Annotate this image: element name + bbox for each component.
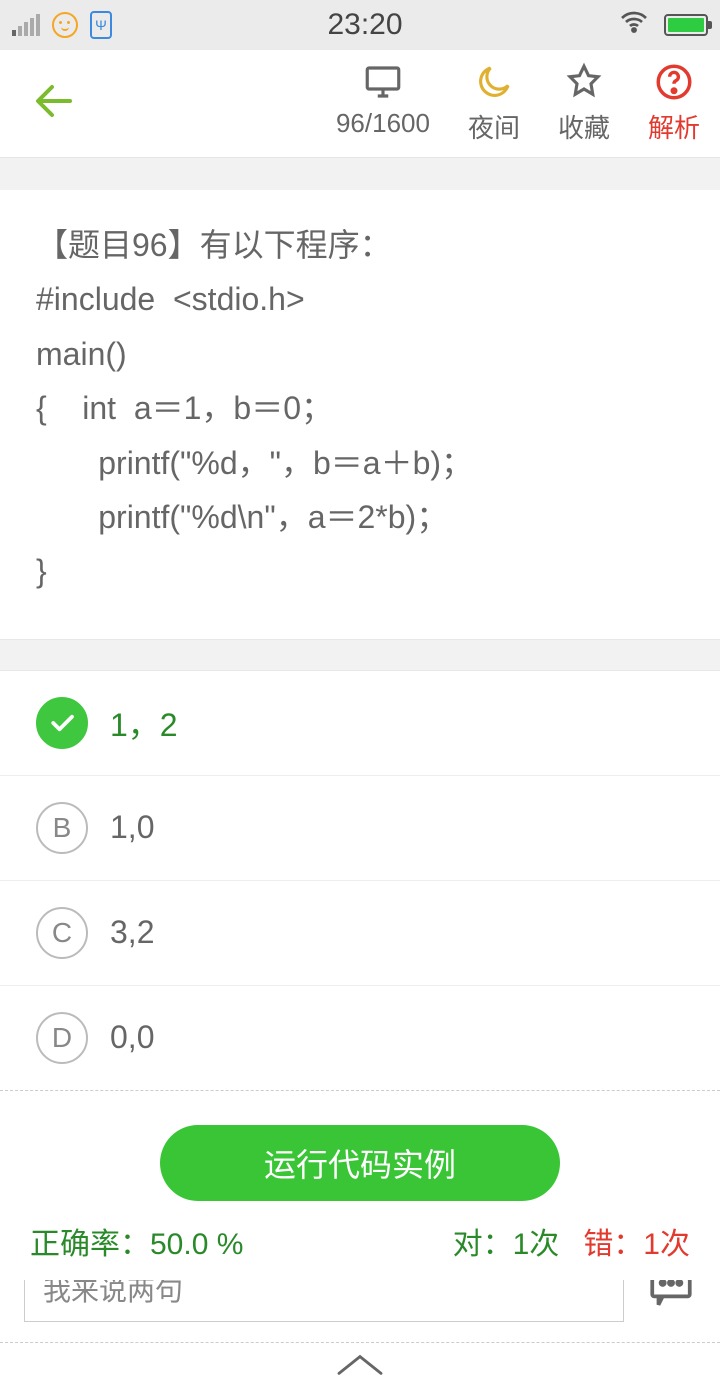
star-icon (563, 62, 605, 102)
favorite-label: 收藏 (558, 108, 610, 145)
option-text: 1，2 (110, 700, 178, 746)
option-letter: C (36, 907, 88, 959)
run-code-button[interactable]: 运行代码实例 (160, 1125, 560, 1201)
help-icon (653, 62, 695, 102)
monitor-icon (362, 62, 404, 102)
option-letter: B (36, 802, 88, 854)
back-button[interactable] (30, 77, 78, 130)
correct-count: 对：1次 (453, 1219, 560, 1263)
divider (0, 158, 720, 190)
option-text: 0,0 (110, 1019, 154, 1056)
usb-icon: Ψ (90, 11, 112, 39)
wifi-icon (618, 6, 650, 45)
accuracy-label: 正确率：50.0 % (30, 1219, 243, 1263)
night-label: 夜间 (468, 108, 520, 145)
option-c[interactable]: C 3,2 (0, 881, 720, 986)
status-time: 23:20 (327, 8, 402, 42)
progress-label: 96/1600 (336, 108, 430, 139)
option-letter: D (36, 1012, 88, 1064)
chevron-up-icon[interactable] (332, 1351, 388, 1384)
question-text: 【题目96】有以下程序： #include <stdio.h> main() {… (0, 190, 720, 639)
wrong-count: 错：1次 (583, 1219, 690, 1263)
nav-night[interactable]: 夜间 (468, 62, 520, 145)
divider (0, 639, 720, 671)
option-text: 3,2 (110, 914, 154, 951)
option-b[interactable]: B 1,0 (0, 776, 720, 881)
face-icon (52, 12, 78, 38)
option-d[interactable]: D 0,0 (0, 986, 720, 1091)
check-icon (36, 697, 88, 749)
nav-progress[interactable]: 96/1600 (336, 62, 430, 145)
app-toolbar: 96/1600 夜间 收藏 解析 (0, 50, 720, 158)
nav-favorite[interactable]: 收藏 (558, 62, 610, 145)
battery-icon (664, 14, 708, 36)
option-text: 1,0 (110, 809, 154, 846)
signal-icon (12, 14, 40, 36)
nav-analysis[interactable]: 解析 (648, 62, 700, 145)
moon-icon (473, 62, 515, 102)
stats-bar: 正确率：50.0 % 对：1次 错：1次 (0, 1202, 720, 1280)
analysis-label: 解析 (648, 108, 700, 145)
status-bar: Ψ 23:20 (0, 0, 720, 50)
answer-options: 1，2 B 1,0 C 3,2 D 0,0 (0, 671, 720, 1091)
option-a[interactable]: 1，2 (0, 671, 720, 776)
